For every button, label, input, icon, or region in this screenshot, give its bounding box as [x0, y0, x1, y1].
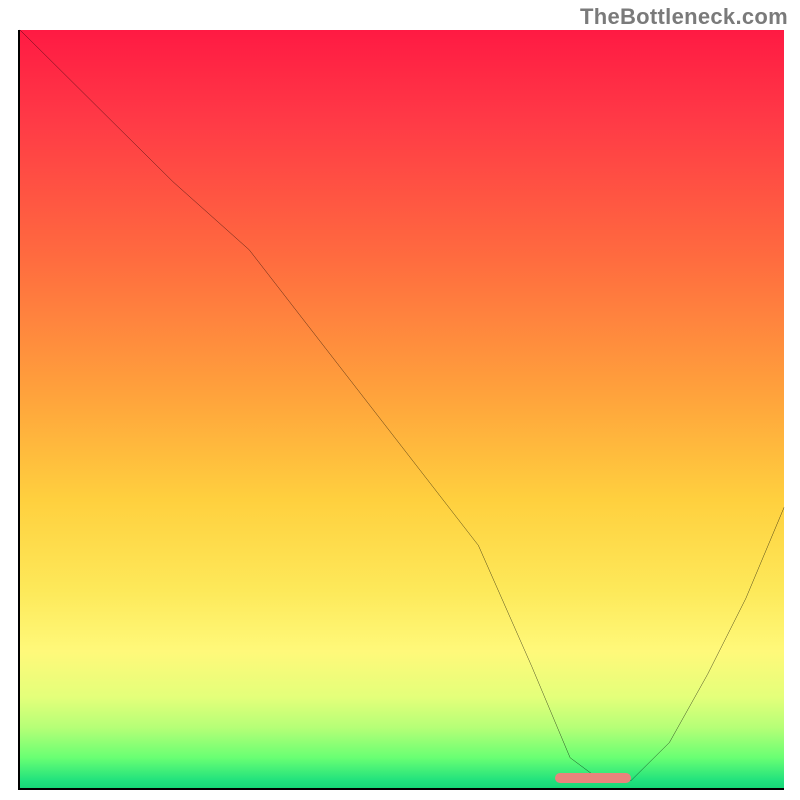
bottleneck-curve	[20, 30, 784, 788]
minimum-marker	[555, 773, 631, 783]
chart-container: TheBottleneck.com	[0, 0, 800, 800]
plot-area	[18, 30, 784, 790]
watermark-text: TheBottleneck.com	[580, 4, 788, 30]
